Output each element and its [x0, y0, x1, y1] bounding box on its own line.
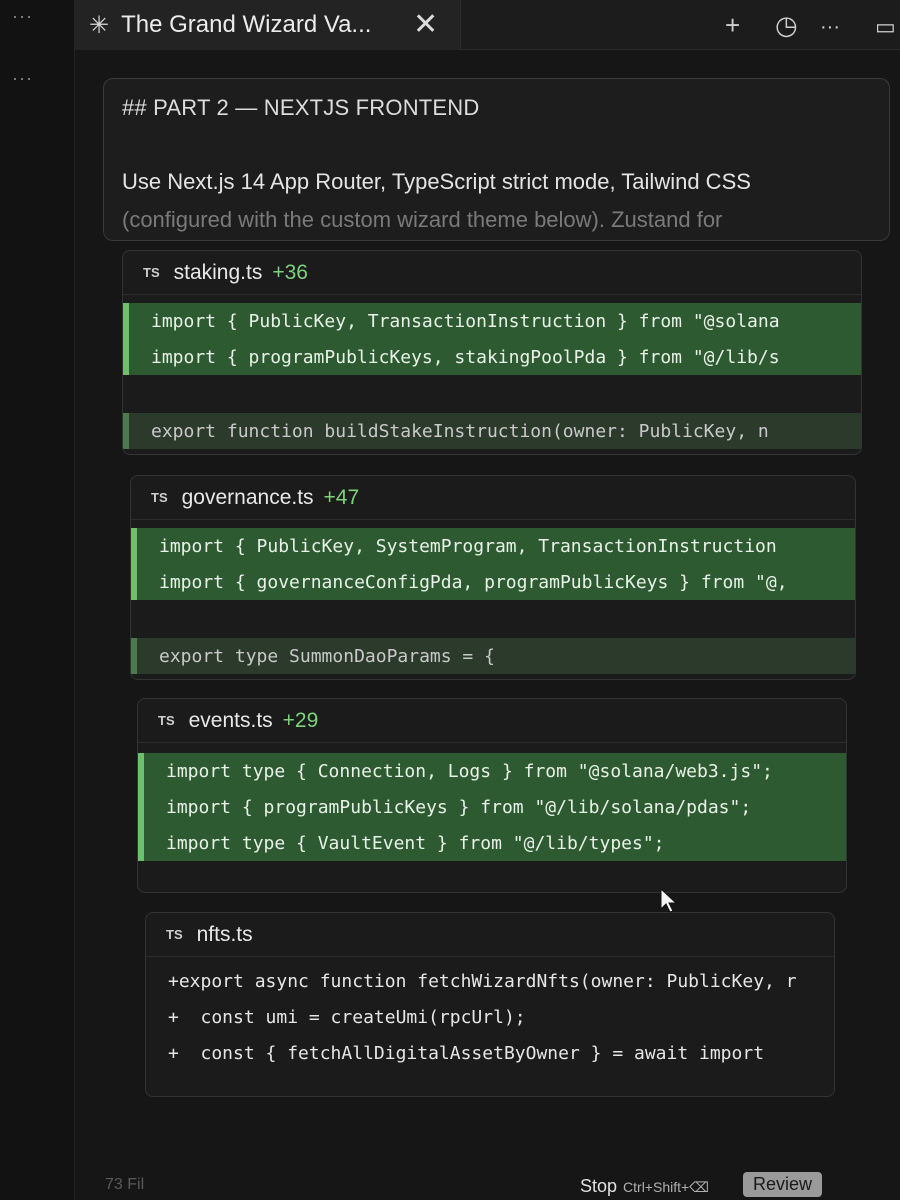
- code-spacer: [123, 375, 861, 413]
- close-icon[interactable]: ✕: [413, 7, 438, 42]
- code-line-plain: +export async function fetchWizardNfts(o…: [168, 970, 797, 992]
- more-icon[interactable]: ···: [12, 68, 33, 89]
- stop-label: Stop: [580, 1176, 618, 1196]
- added-count: +36: [272, 260, 308, 284]
- prompt-line: Use Next.js 14 App Router, TypeScript st…: [122, 169, 751, 194]
- more-icon[interactable]: ···: [12, 6, 33, 27]
- history-icon[interactable]: ◷: [775, 10, 798, 41]
- stop-shortcut: Ctrl+Shift+⌫: [623, 1179, 709, 1195]
- bottom-bar: 73 Fil Stop Ctrl+Shift+⌫ Review: [75, 1170, 900, 1200]
- more-icon[interactable]: ···: [820, 16, 840, 39]
- code-line-context: export function buildStakeInstruction(ow…: [123, 413, 861, 449]
- code-line-added: import { programPublicKeys } from "@/lib…: [138, 789, 846, 825]
- code-line-added: import type { VaultEvent } from "@/lib/t…: [138, 825, 846, 861]
- file-name: staking.ts: [173, 260, 263, 284]
- typescript-icon: TS: [166, 927, 183, 942]
- file-name: nfts.ts: [196, 922, 253, 946]
- tab-active[interactable]: ✳ The Grand Wizard Va... ✕: [75, 0, 461, 50]
- tab-title: The Grand Wizard Va...: [121, 11, 372, 38]
- plus-icon[interactable]: +: [725, 10, 740, 41]
- typescript-icon: TS: [151, 490, 168, 505]
- file-name: events.ts: [188, 708, 273, 732]
- prompt-panel: ## PART 2 — NEXTJS FRONTEND Use Next.js …: [103, 78, 890, 241]
- left-gutter: ··· ···: [0, 0, 75, 1200]
- file-name: governance.ts: [181, 485, 314, 509]
- code-line-plain: + const umi = createUmi(rpcUrl);: [168, 1006, 526, 1028]
- code-line-added: import type { Connection, Logs } from "@…: [138, 753, 846, 789]
- review-button[interactable]: Review: [743, 1172, 823, 1197]
- file-header[interactable]: TS staking.ts +36: [123, 251, 861, 295]
- file-diff-card[interactable]: TS nfts.ts +export async function fetchW…: [145, 912, 835, 1097]
- stop-button[interactable]: Stop Ctrl+Shift+⌫: [580, 1176, 709, 1197]
- code-spacer: [131, 600, 855, 638]
- added-count: +47: [323, 485, 360, 509]
- typescript-icon: TS: [143, 265, 160, 280]
- typescript-icon: TS: [158, 713, 175, 728]
- code-line-plain: + const { fetchAllDigitalAssetByOwner } …: [168, 1042, 765, 1064]
- tab-bar: ✳ The Grand Wizard Va... ✕ + ◷ ··· ▭: [75, 0, 900, 50]
- code-line-added: import { governanceConfigPda, programPub…: [131, 564, 855, 600]
- file-header[interactable]: TS governance.ts +47: [131, 476, 855, 520]
- file-diff-card[interactable]: TS events.ts +29 import type { Connectio…: [137, 698, 847, 893]
- files-count[interactable]: 73 Fil: [105, 1176, 144, 1194]
- file-header[interactable]: TS events.ts +29: [138, 699, 846, 743]
- file-diff-card[interactable]: TS staking.ts +36 import { PublicKey, Tr…: [122, 250, 862, 455]
- code-line-added: import { PublicKey, TransactionInstructi…: [123, 303, 861, 339]
- code-line-added: import { programPublicKeys, stakingPoolP…: [123, 339, 861, 375]
- spinner-icon: ✳: [89, 11, 110, 39]
- code-line-added: import { PublicKey, SystemProgram, Trans…: [131, 528, 855, 564]
- file-header[interactable]: TS nfts.ts: [146, 913, 834, 957]
- mouse-cursor-icon: [660, 888, 678, 913]
- prompt-line-faded: (configured with the custom wizard theme…: [122, 207, 723, 232]
- panel-toggle-icon[interactable]: ▭: [875, 14, 896, 40]
- added-count: +29: [282, 708, 319, 732]
- code-line-context: export type SummonDaoParams = {: [131, 638, 855, 674]
- prompt-heading: ## PART 2 — NEXTJS FRONTEND: [122, 95, 480, 120]
- file-diff-card[interactable]: TS governance.ts +47 import { PublicKey,…: [130, 475, 856, 680]
